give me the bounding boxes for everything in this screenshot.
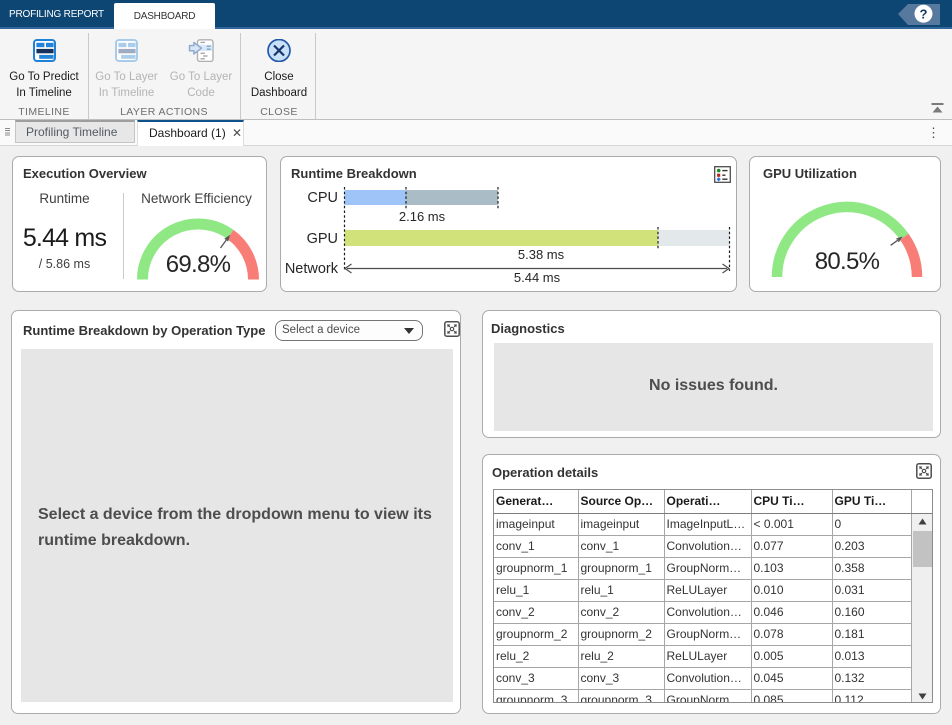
svg-text:2.16 ms: 2.16 ms <box>399 209 446 224</box>
svg-text:5.38 ms: 5.38 ms <box>518 247 565 262</box>
svg-text:CPU: CPU <box>307 190 338 206</box>
svg-text:GPU: GPU <box>307 231 338 247</box>
svg-text:Network: Network <box>285 261 339 277</box>
svg-text:?: ? <box>920 6 928 21</box>
svg-text:5.44 ms: 5.44 ms <box>514 270 561 285</box>
